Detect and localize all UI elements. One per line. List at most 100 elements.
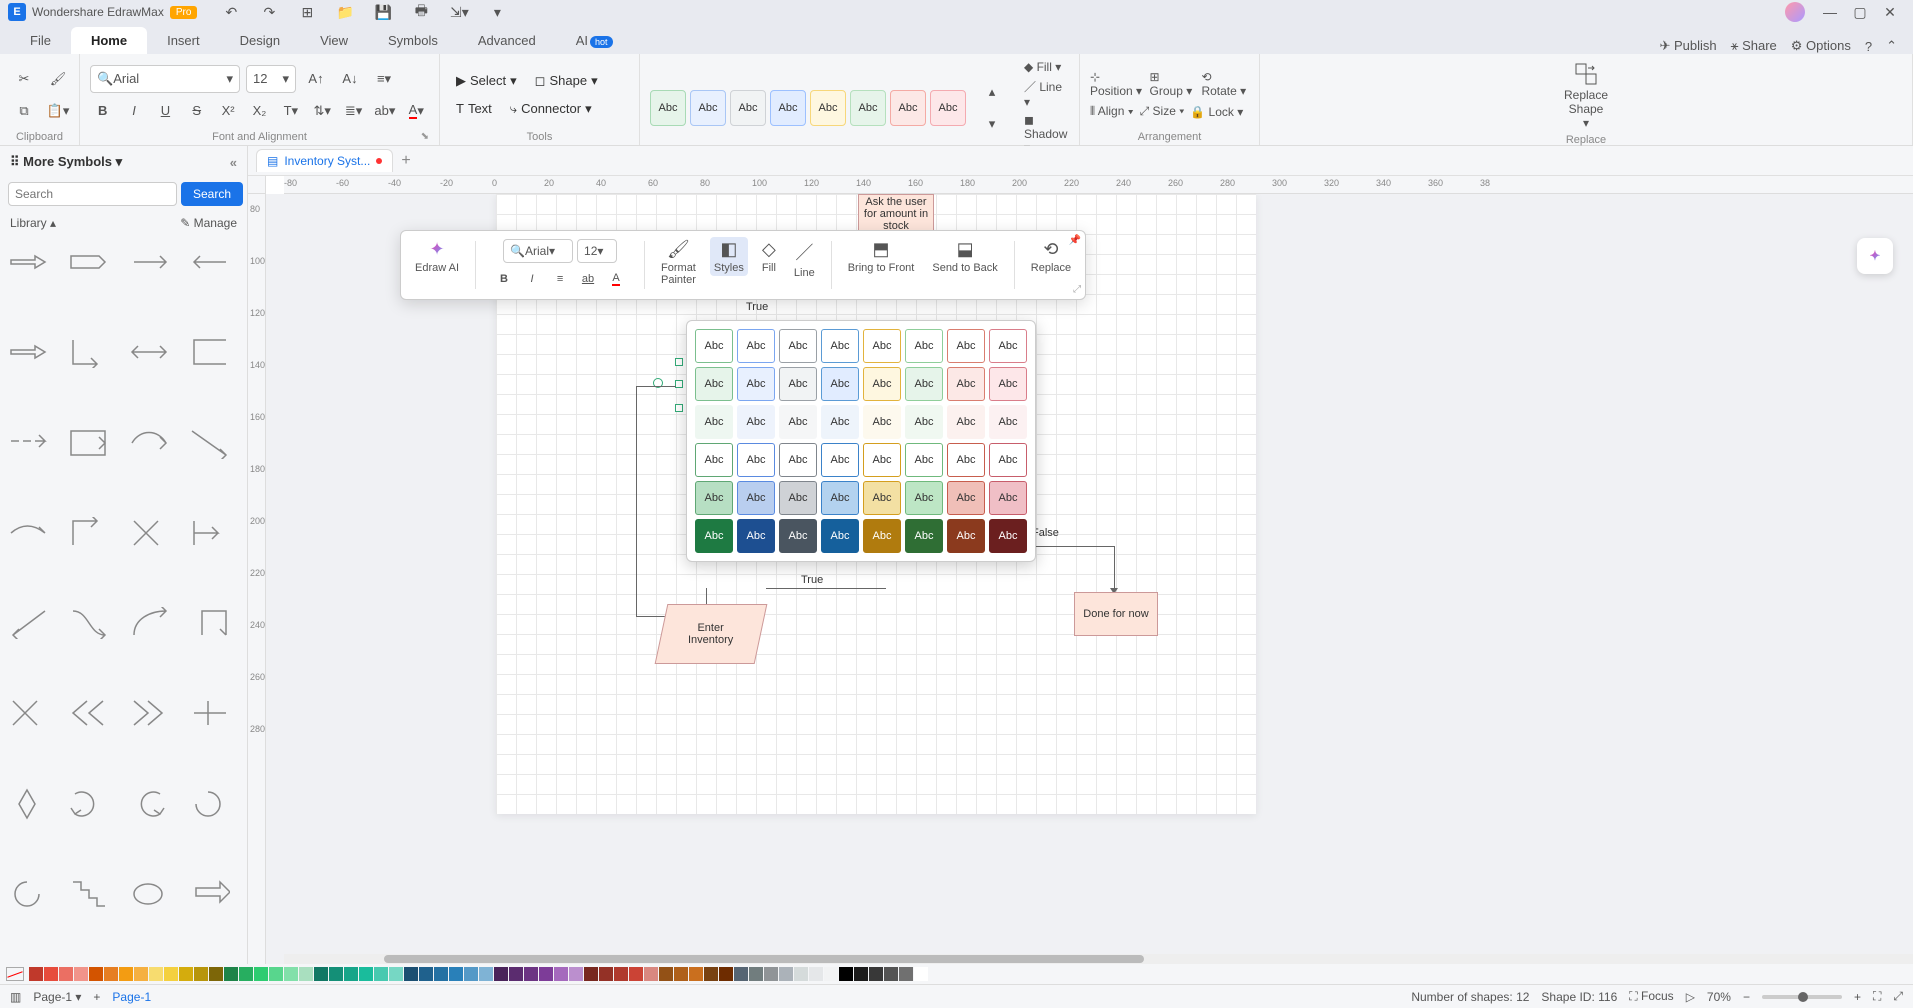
- style-swatch-popup[interactable]: Abc: [737, 405, 775, 439]
- increase-font-button[interactable]: A↑: [302, 65, 330, 93]
- no-color-swatch[interactable]: [6, 967, 24, 981]
- horizontal-scrollbar[interactable]: [284, 954, 1913, 964]
- context-italic-button[interactable]: I: [520, 267, 544, 291]
- color-swatch[interactable]: [839, 967, 853, 981]
- symbol-search-button[interactable]: Search: [181, 182, 243, 206]
- library-shape-arrow[interactable]: [66, 603, 112, 643]
- library-shape-arrow[interactable]: [6, 242, 52, 282]
- style-swatch-popup[interactable]: Abc: [821, 481, 859, 515]
- style-swatch-popup[interactable]: Abc: [989, 367, 1027, 401]
- selection-handle-top[interactable]: [675, 358, 683, 366]
- style-swatch-popup[interactable]: Abc: [695, 443, 733, 477]
- color-swatch[interactable]: [179, 967, 193, 981]
- context-font-color-button[interactable]: A: [604, 267, 628, 291]
- style-swatch-popup[interactable]: Abc: [989, 329, 1027, 363]
- user-avatar[interactable]: [1785, 2, 1805, 22]
- tab-ai[interactable]: AIhot: [556, 27, 633, 54]
- color-swatch[interactable]: [734, 967, 748, 981]
- underline-button[interactable]: U: [153, 97, 178, 125]
- color-swatch[interactable]: [524, 967, 538, 981]
- line-dropdown[interactable]: ／ Line ▾: [1024, 78, 1069, 109]
- scrollbar-thumb[interactable]: [384, 955, 1144, 963]
- zoom-out-button[interactable]: −: [1743, 990, 1750, 1004]
- color-swatch[interactable]: [404, 967, 418, 981]
- minimize-button[interactable]: —: [1815, 4, 1845, 20]
- italic-button[interactable]: I: [121, 97, 146, 125]
- color-swatch[interactable]: [764, 967, 778, 981]
- style-swatch-popup[interactable]: Abc: [737, 329, 775, 363]
- ai-fab-button[interactable]: ✦: [1857, 238, 1893, 274]
- library-shape-arrow[interactable]: [66, 242, 112, 282]
- superscript-button[interactable]: X²: [215, 97, 240, 125]
- library-shape-arrow[interactable]: [6, 784, 52, 824]
- zoom-slider[interactable]: [1762, 995, 1842, 999]
- lock-dropdown[interactable]: 🔒 Lock ▾: [1190, 105, 1243, 119]
- tab-advanced[interactable]: Advanced: [458, 27, 556, 54]
- style-swatch-popup[interactable]: Abc: [863, 367, 901, 401]
- fullscreen-button[interactable]: ⤢: [1893, 989, 1903, 1004]
- bullets-button[interactable]: ≣▾: [341, 97, 366, 125]
- publish-button[interactable]: ✈ Publish: [1659, 38, 1716, 54]
- color-swatch[interactable]: [374, 967, 388, 981]
- style-swatch-popup[interactable]: Abc: [863, 519, 901, 553]
- tab-symbols[interactable]: Symbols: [368, 27, 458, 54]
- library-shape-arrow[interactable]: [127, 242, 173, 282]
- flow-box-done[interactable]: Done for now: [1074, 592, 1158, 636]
- page-selector[interactable]: Page-1 ▾: [33, 990, 81, 1004]
- style-swatch-popup[interactable]: Abc: [821, 405, 859, 439]
- tab-design[interactable]: Design: [220, 27, 300, 54]
- color-swatch[interactable]: [644, 967, 658, 981]
- edraw-ai-button[interactable]: ✦ Edraw AI: [411, 237, 463, 276]
- style-swatch-popup[interactable]: Abc: [905, 405, 943, 439]
- style-swatch-popup[interactable]: Abc: [947, 367, 985, 401]
- tab-file[interactable]: File: [10, 27, 71, 54]
- color-swatch[interactable]: [539, 967, 553, 981]
- style-swatch-popup[interactable]: Abc: [947, 405, 985, 439]
- collapse-ribbon-button[interactable]: ⌃: [1886, 38, 1897, 54]
- style-swatch-popup[interactable]: Abc: [947, 481, 985, 515]
- style-swatch-popup[interactable]: Abc: [695, 405, 733, 439]
- library-shape-arrow[interactable]: [6, 513, 52, 553]
- bold-button[interactable]: B: [90, 97, 115, 125]
- style-swatch-popup[interactable]: Abc: [905, 367, 943, 401]
- library-shape-arrow[interactable]: [6, 603, 52, 643]
- shape-tool-button[interactable]: ◻ Shape ▾: [529, 69, 604, 93]
- library-shape-arrow[interactable]: [127, 513, 173, 553]
- context-line-button[interactable]: ／ Line: [790, 237, 819, 281]
- context-styles-button[interactable]: ◧ Styles: [710, 237, 748, 276]
- redo-button[interactable]: ↷: [255, 0, 283, 26]
- strikethrough-button[interactable]: S: [184, 97, 209, 125]
- flow-box-enter-inventory[interactable]: Enter Inventory: [655, 604, 768, 664]
- ribbon-style-swatch[interactable]: Abc: [930, 90, 966, 126]
- style-swatch-popup[interactable]: Abc: [989, 405, 1027, 439]
- ribbon-style-swatch[interactable]: Abc: [890, 90, 926, 126]
- color-swatch[interactable]: [749, 967, 763, 981]
- style-swatch-popup[interactable]: Abc: [989, 519, 1027, 553]
- zoom-in-button[interactable]: +: [1854, 990, 1861, 1004]
- color-swatch[interactable]: [794, 967, 808, 981]
- connector-line[interactable]: [636, 386, 676, 387]
- color-swatch[interactable]: [104, 967, 118, 981]
- library-shape-arrow[interactable]: [187, 423, 233, 463]
- context-format-painter-button[interactable]: 🖌 Format Painter: [657, 237, 700, 288]
- style-swatch-popup[interactable]: Abc: [905, 519, 943, 553]
- close-button[interactable]: ✕: [1875, 4, 1905, 21]
- style-swatch-popup[interactable]: Abc: [821, 329, 859, 363]
- library-shape-arrow[interactable]: [187, 784, 233, 824]
- style-swatch-popup[interactable]: Abc: [947, 443, 985, 477]
- document-tab-inventory[interactable]: ▤ Inventory Syst...: [256, 149, 393, 172]
- library-shape-arrow[interactable]: [127, 423, 173, 463]
- color-swatch[interactable]: [284, 967, 298, 981]
- connector-false-v[interactable]: [1114, 546, 1115, 592]
- library-shape-arrow[interactable]: [127, 693, 173, 733]
- panel-collapse-button[interactable]: «: [230, 155, 237, 170]
- select-tool-button[interactable]: ▶ Select ▾: [450, 69, 523, 93]
- tab-insert[interactable]: Insert: [147, 27, 220, 54]
- qat-more-button[interactable]: ▾: [483, 0, 511, 26]
- style-swatch-popup[interactable]: Abc: [947, 519, 985, 553]
- undo-button[interactable]: ↶: [217, 0, 245, 26]
- library-shape-arrow[interactable]: [127, 332, 173, 372]
- style-swatch-popup[interactable]: Abc: [779, 481, 817, 515]
- font-size-combo[interactable]: 12▾: [246, 65, 296, 93]
- ribbon-style-swatch[interactable]: Abc: [730, 90, 766, 126]
